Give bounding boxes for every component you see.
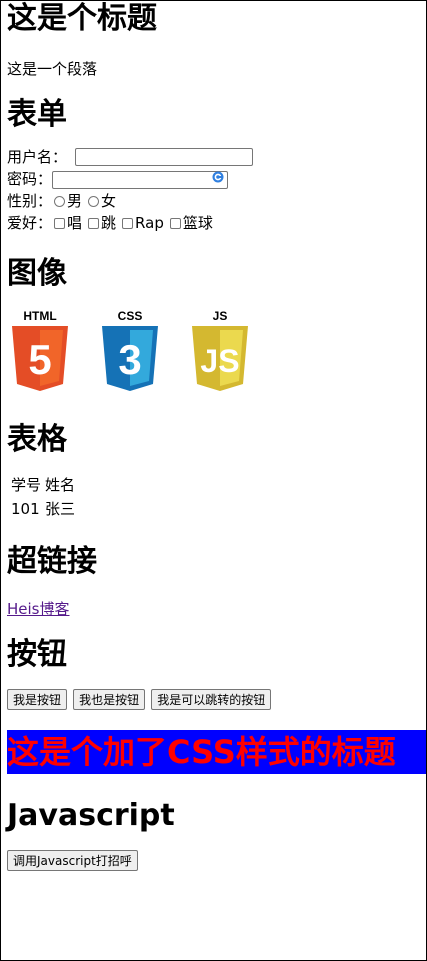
js-heading: Javascript [7,798,175,833]
hobby-option-label: 唱 [67,214,83,232]
password-row: 密码： [7,168,420,190]
hobby-option-label: 跳 [101,214,117,232]
table-header-cell: 姓名 [45,476,76,494]
username-input[interactable] [75,148,254,166]
css3-logo-label: CSS [118,309,143,323]
blog-link[interactable]: Heis博客 [7,600,70,618]
hobby-option-sing[interactable]: 唱 [52,212,82,234]
password-label: 密码： [7,170,53,188]
hobby-option-rap[interactable]: Rap [120,212,164,234]
gender-option-label: 女 [101,192,117,210]
plain-button[interactable]: 我是按钮 [7,689,68,710]
hobby-row: 爱好： 唱 跳 Rap 篮球 [7,212,420,234]
table-header-row: 学号 姓名 [10,474,76,496]
js-logo-label: JS [213,309,228,323]
form: 用户名： 密码： 性别： 男 女 爱好： 唱 跳 Rap 篮球 [7,146,420,234]
second-button[interactable]: 我也是按钮 [73,689,146,710]
gender-option-female[interactable]: 女 [86,190,116,212]
logo-row: HTML 5 CSS 3 JS JS [7,306,420,396]
html5-logo: HTML 5 [7,306,73,396]
table-cell: 张三 [45,500,76,518]
gender-option-label: 男 [67,192,83,210]
hobby-option-label: Rap [135,214,164,232]
hobby-option-basketball[interactable]: 篮球 [168,212,213,234]
button-heading: 按钮 [7,637,67,672]
checkbox-basketball[interactable] [169,217,181,229]
gender-label: 性别： [7,192,53,210]
image-heading: 图像 [7,256,67,291]
student-table: 学号 姓名 101 张三 [8,472,78,522]
html5-logo-glyph: 5 [28,336,51,383]
table-cell: 101 [11,500,40,518]
table-header-cell: 学号 [11,476,42,494]
jump-button[interactable]: 我是可以跳转的按钮 [151,689,272,710]
checkbox-dance[interactable] [88,217,100,229]
password-input[interactable] [52,170,229,189]
form-heading: 表单 [7,97,67,132]
password-field [52,168,229,190]
gender-option-male[interactable]: 男 [52,190,82,212]
link-heading: 超链接 [7,544,97,579]
link-container: Heis博客 [7,598,420,619]
js-logo-glyph: JS [200,343,239,379]
js-logo: JS JS [187,306,253,396]
button-row: 我是按钮 我也是按钮 我是可以跳转的按钮 [7,689,420,710]
hobby-label: 爱好： [7,214,53,232]
hobby-option-label: 篮球 [182,214,213,232]
js-button-container: 调用Javascript打招呼 [7,850,420,871]
checkbox-rap[interactable] [122,217,134,229]
css3-logo-glyph: 3 [118,336,141,383]
greet-button[interactable]: 调用Javascript打招呼 [7,850,138,871]
radio-female[interactable] [88,195,100,207]
username-row: 用户名： [7,146,420,168]
password-manager-icon[interactable] [212,171,224,183]
page-title: 这是个标题 [7,1,157,36]
checkbox-sing[interactable] [54,217,66,229]
radio-male[interactable] [54,195,66,207]
table-row: 101 张三 [10,498,76,520]
table-heading: 表格 [7,422,67,457]
paragraph: 这是一个段落 [7,60,98,78]
hobby-option-dance[interactable]: 跳 [86,212,116,234]
username-label: 用户名： [7,148,68,166]
html5-logo-label: HTML [23,309,56,323]
gender-row: 性别： 男 女 [7,190,420,212]
styled-title: 这是个加了CSS样式的标题 [7,730,426,774]
css3-logo: CSS 3 [97,306,163,396]
